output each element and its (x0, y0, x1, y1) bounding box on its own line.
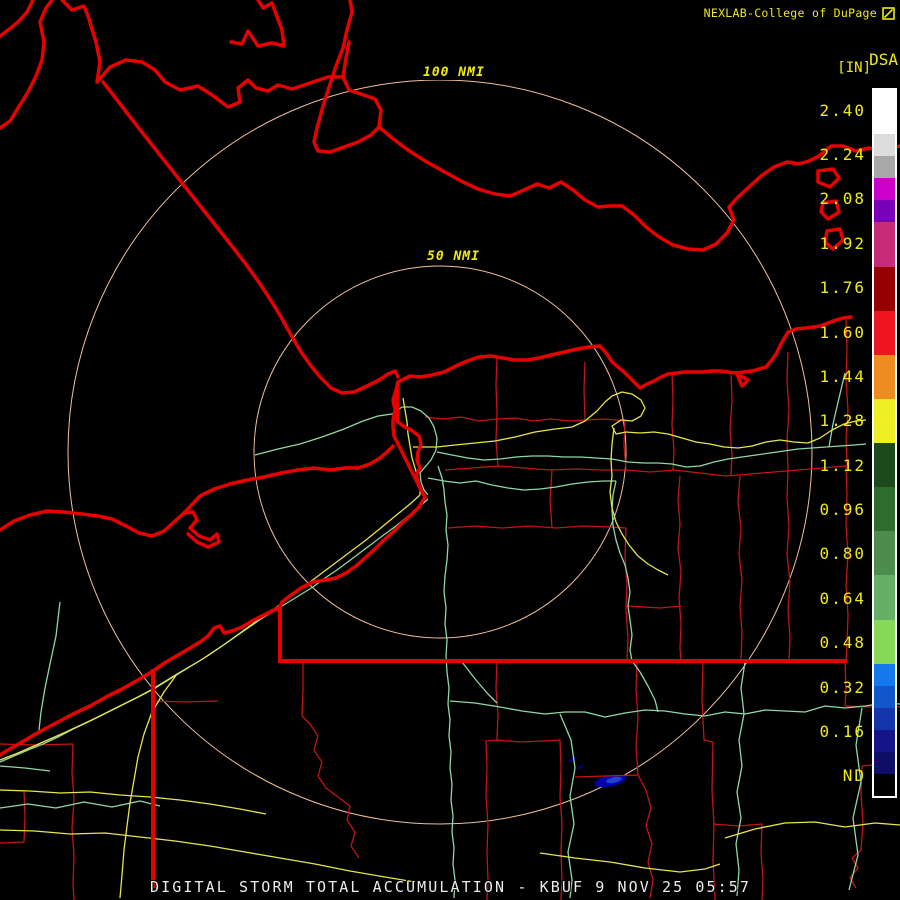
color-scale-labels: 2.40 2.24 2.08 1.92 1.76 1.60 1.44 1.28 1.12 0.96… (796, 88, 866, 798)
color-scale-segment (874, 729, 895, 752)
color-scale-label: 1.76 (819, 278, 866, 298)
color-scale-segment (874, 707, 895, 730)
color-scale-label: 0.64 (819, 588, 866, 608)
color-scale-segment (874, 398, 895, 443)
color-scale-label: 1.28 (819, 411, 866, 431)
range-ring-label-100nmi: 100 NMI (420, 65, 488, 80)
color-scale-label: 0.16 (819, 721, 866, 741)
color-scale-bar (872, 88, 897, 798)
color-scale-segment (874, 266, 895, 311)
cod-logo-icon (882, 6, 895, 20)
color-scale-segment (874, 487, 895, 532)
radar-echo (568, 755, 626, 788)
color-scale-segment (874, 310, 895, 355)
color-scale-label: 2.40 (819, 100, 866, 120)
radar-display: 100 NMI 50 NMI NEXLAB-College of DuPage … (0, 0, 900, 900)
color-scale-label: 1.60 (819, 322, 866, 342)
color-scale-segment (874, 531, 895, 576)
color-scale-segment (874, 685, 895, 708)
color-scale-label: ND (842, 766, 866, 786)
roads-yellow (0, 391, 900, 899)
header-branding: NEXLAB-College of DuPage (704, 6, 895, 20)
color-scale-segment (874, 443, 895, 488)
color-scale-segment (874, 354, 895, 399)
color-scale-label: 1.92 (819, 233, 866, 253)
color-scale-label: 2.24 (819, 145, 866, 165)
color-scale-segment (874, 156, 895, 179)
color-scale-segment (874, 90, 895, 135)
color-scale-segment (874, 134, 895, 157)
brand-text: NEXLAB-College of DuPage (703, 6, 877, 20)
range-ring-label-50nmi: 50 NMI (424, 249, 483, 264)
color-scale-label: 2.08 (819, 189, 866, 209)
color-scale-label: 0.80 (819, 544, 866, 564)
color-scale-segment (874, 751, 895, 774)
color-scale-label: 0.32 (819, 677, 866, 697)
roads-green (0, 372, 900, 899)
color-scale-label: 1.12 (819, 455, 866, 475)
county-boundaries (0, 319, 900, 900)
product-title: DIGITAL STORM TOTAL ACCUMULATION - KBUF … (150, 878, 752, 896)
color-scale-segment (874, 773, 895, 796)
color-scale-segment (874, 575, 895, 620)
shorelines (0, 0, 900, 757)
color-scale-segment (874, 200, 895, 223)
color-scale-label: 0.96 (819, 500, 866, 520)
color-scale-segment (874, 663, 895, 686)
color-scale-label: 1.44 (819, 366, 866, 386)
color-scale-segment (874, 178, 895, 201)
units-label: [IN] (837, 60, 871, 76)
color-scale-segment (874, 222, 895, 267)
product-code: DSA (869, 50, 898, 69)
radar-map (0, 0, 900, 900)
color-scale-label: 0.48 (819, 633, 866, 653)
color-scale-segment (874, 619, 895, 664)
